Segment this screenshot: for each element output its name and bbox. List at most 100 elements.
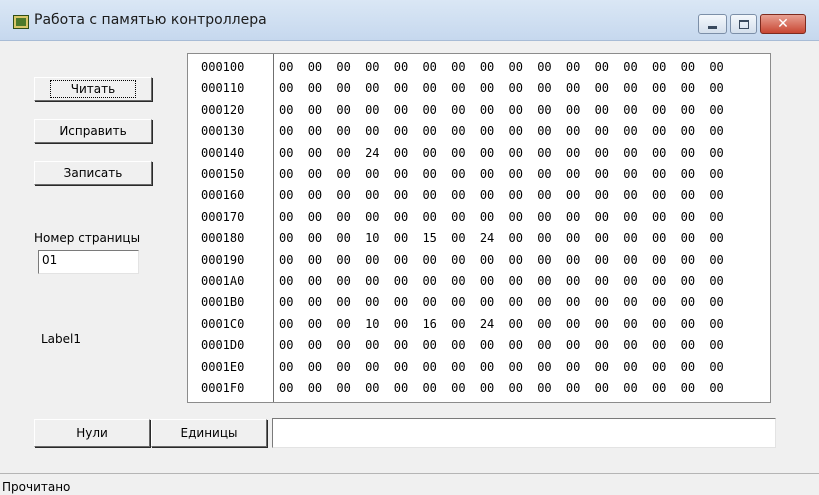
memory-byte-cell[interactable]: 00 <box>681 338 710 352</box>
memory-byte-cell[interactable]: 00 <box>308 274 337 288</box>
memory-byte-cell[interactable]: 00 <box>623 146 652 160</box>
memory-byte-cell[interactable]: 00 <box>681 103 710 117</box>
memory-byte-cell[interactable]: 00 <box>652 295 681 309</box>
memory-byte-cell[interactable]: 00 <box>394 146 423 160</box>
memory-byte-cell[interactable]: 00 <box>681 317 710 331</box>
memory-byte-cell[interactable]: 00 <box>480 295 509 309</box>
memory-byte-cell[interactable]: 00 <box>537 360 566 374</box>
memory-byte-cell[interactable]: 00 <box>566 188 595 202</box>
memory-byte-cell[interactable]: 00 <box>279 253 308 267</box>
memory-byte-cell[interactable]: 00 <box>279 274 308 288</box>
memory-byte-cell[interactable]: 00 <box>537 81 566 95</box>
memory-byte-cell[interactable]: 00 <box>566 231 595 245</box>
memory-byte-cell[interactable]: 00 <box>336 103 365 117</box>
memory-byte-cell[interactable]: 00 <box>509 253 538 267</box>
memory-byte-cell[interactable]: 00 <box>336 146 365 160</box>
memory-byte-cell[interactable]: 00 <box>709 167 738 181</box>
minimize-button[interactable] <box>698 14 727 34</box>
memory-byte-cell[interactable]: 00 <box>308 124 337 138</box>
memory-byte-cell[interactable]: 00 <box>595 60 624 74</box>
memory-byte-cell[interactable]: 00 <box>451 167 480 181</box>
memory-byte-cell[interactable]: 00 <box>422 338 451 352</box>
memory-byte-cell[interactable]: 00 <box>509 188 538 202</box>
memory-byte-cell[interactable]: 00 <box>451 338 480 352</box>
memory-byte-cell[interactable]: 00 <box>623 167 652 181</box>
memory-byte-cell[interactable]: 00 <box>681 210 710 224</box>
memory-byte-cell[interactable]: 00 <box>365 360 394 374</box>
memory-byte-cell[interactable]: 00 <box>279 231 308 245</box>
memory-byte-cell[interactable]: 00 <box>595 81 624 95</box>
memory-byte-cell[interactable]: 00 <box>308 317 337 331</box>
memory-byte-cell[interactable]: 00 <box>595 103 624 117</box>
memory-byte-cell[interactable]: 00 <box>595 124 624 138</box>
memory-byte-cell[interactable]: 00 <box>336 338 365 352</box>
memory-byte-cell[interactable]: 00 <box>566 210 595 224</box>
memory-byte-cell[interactable]: 00 <box>709 253 738 267</box>
memory-byte-cell[interactable]: 00 <box>652 274 681 288</box>
memory-byte-cell[interactable]: 00 <box>365 60 394 74</box>
close-button[interactable]: ✕ <box>760 14 806 34</box>
memory-byte-cell[interactable]: 00 <box>451 124 480 138</box>
memory-byte-cell[interactable]: 00 <box>422 360 451 374</box>
memory-byte-cell[interactable]: 00 <box>480 60 509 74</box>
memory-byte-cell[interactable]: 00 <box>652 253 681 267</box>
memory-byte-cell[interactable]: 00 <box>652 81 681 95</box>
memory-byte-cell[interactable]: 00 <box>652 231 681 245</box>
memory-byte-cell[interactable]: 00 <box>308 381 337 395</box>
memory-byte-cell[interactable]: 00 <box>509 231 538 245</box>
memory-byte-cell[interactable]: 00 <box>681 295 710 309</box>
memory-byte-cell[interactable]: 00 <box>308 103 337 117</box>
memory-byte-cell[interactable]: 00 <box>279 146 308 160</box>
memory-byte-cell[interactable]: 00 <box>566 103 595 117</box>
memory-byte-cell[interactable]: 00 <box>537 188 566 202</box>
memory-byte-cell[interactable]: 00 <box>279 317 308 331</box>
memory-byte-cell[interactable]: 00 <box>595 253 624 267</box>
memory-byte-cell[interactable]: 00 <box>566 360 595 374</box>
memory-byte-cell[interactable]: 00 <box>623 381 652 395</box>
memory-byte-cell[interactable]: 00 <box>308 253 337 267</box>
memory-byte-cell[interactable]: 00 <box>480 253 509 267</box>
memory-byte-cell[interactable]: 00 <box>279 295 308 309</box>
memory-byte-cell[interactable]: 10 <box>365 317 394 331</box>
memory-byte-cell[interactable]: 00 <box>709 81 738 95</box>
memory-byte-cell[interactable]: 00 <box>336 124 365 138</box>
memory-byte-cell[interactable]: 00 <box>652 210 681 224</box>
memory-byte-cell[interactable]: 00 <box>566 167 595 181</box>
memory-byte-cell[interactable]: 00 <box>308 338 337 352</box>
memory-byte-cell[interactable]: 00 <box>480 146 509 160</box>
memory-byte-cell[interactable]: 00 <box>623 60 652 74</box>
memory-byte-cell[interactable]: 00 <box>422 103 451 117</box>
memory-byte-cell[interactable]: 00 <box>394 295 423 309</box>
memory-byte-cell[interactable]: 00 <box>681 124 710 138</box>
page-number-input[interactable]: 01 <box>38 250 139 274</box>
memory-byte-cell[interactable]: 10 <box>365 231 394 245</box>
memory-byte-cell[interactable]: 00 <box>566 81 595 95</box>
memory-byte-cell[interactable]: 00 <box>422 60 451 74</box>
memory-byte-cell[interactable]: 00 <box>537 317 566 331</box>
maximize-button[interactable] <box>730 14 757 34</box>
memory-byte-cell[interactable]: 00 <box>681 381 710 395</box>
memory-byte-cell[interactable]: 00 <box>480 381 509 395</box>
memory-byte-cell[interactable]: 00 <box>709 338 738 352</box>
memory-byte-cell[interactable]: 00 <box>480 338 509 352</box>
memory-byte-cell[interactable]: 00 <box>365 381 394 395</box>
memory-byte-cell[interactable]: 00 <box>480 210 509 224</box>
memory-byte-cell[interactable]: 16 <box>422 317 451 331</box>
title-bar[interactable]: Работа с памятью контроллера ✕ <box>0 0 819 41</box>
memory-byte-cell[interactable]: 00 <box>365 338 394 352</box>
memory-byte-cell[interactable]: 00 <box>394 253 423 267</box>
memory-byte-cell[interactable]: 00 <box>480 274 509 288</box>
memory-byte-cell[interactable]: 00 <box>422 381 451 395</box>
memory-byte-cell[interactable]: 00 <box>509 167 538 181</box>
zeros-button[interactable]: Нули <box>34 419 150 447</box>
memory-byte-cell[interactable]: 00 <box>336 274 365 288</box>
memory-byte-cell[interactable]: 00 <box>681 60 710 74</box>
memory-byte-cell[interactable]: 00 <box>422 81 451 95</box>
memory-byte-cell[interactable]: 00 <box>480 103 509 117</box>
memory-byte-cell[interactable]: 00 <box>652 103 681 117</box>
memory-byte-cell[interactable]: 00 <box>365 124 394 138</box>
memory-byte-cell[interactable]: 00 <box>595 146 624 160</box>
memory-byte-cell[interactable]: 00 <box>308 188 337 202</box>
memory-byte-cell[interactable]: 00 <box>336 210 365 224</box>
memory-byte-cell[interactable]: 00 <box>566 253 595 267</box>
